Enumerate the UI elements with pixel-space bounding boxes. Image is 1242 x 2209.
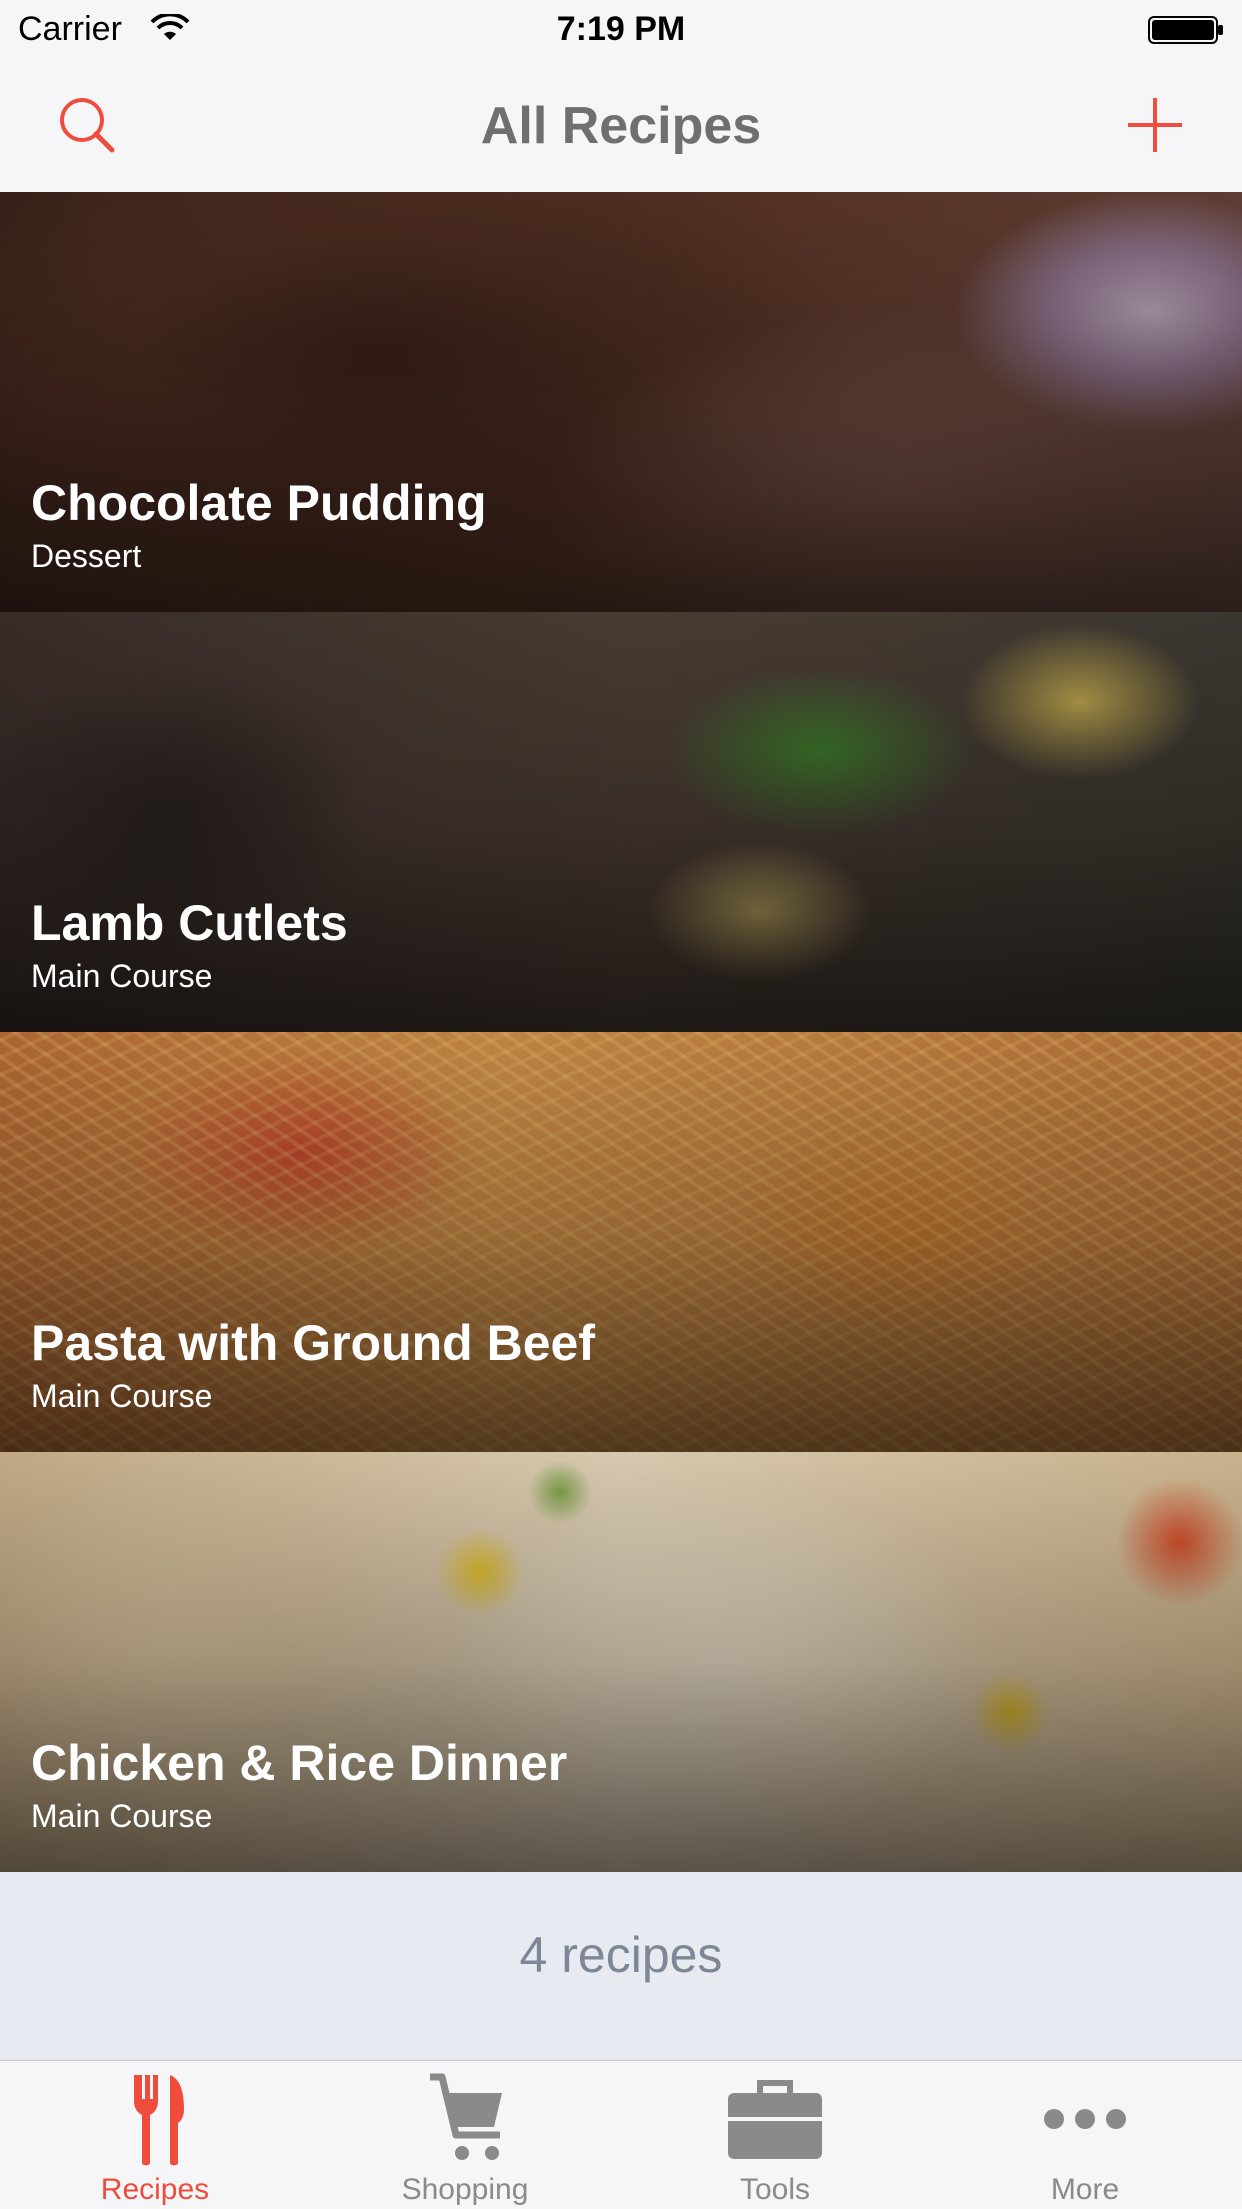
tab-shopping[interactable]: Shopping: [310, 2061, 620, 2209]
tab-bar: Recipes Shopping Tools More: [0, 2060, 1242, 2209]
tab-tools[interactable]: Tools: [620, 2061, 930, 2209]
cart-icon: [430, 2073, 502, 2160]
recipe-row[interactable]: Lamb Cutlets Main Course: [0, 612, 1242, 1032]
more-dots-icon: [1044, 2109, 1126, 2129]
tab-label: Tools: [739, 2173, 811, 2206]
clock: 7:19 PM: [556, 10, 686, 48]
recipe-name: Pasta with Ground Beef: [31, 1315, 595, 1371]
tab-label: Recipes: [100, 2173, 210, 2206]
add-recipe-button[interactable]: [1120, 90, 1190, 160]
battery-icon: [1148, 16, 1223, 44]
plus-icon: [1128, 98, 1182, 152]
fork-knife-icon: [134, 2075, 184, 2166]
tab-label: More: [1050, 2173, 1120, 2206]
list-footer: 4 recipes: [0, 1872, 1242, 2060]
recipe-category: Main Course: [31, 1798, 213, 1834]
recipe-row[interactable]: Chocolate Pudding Dessert: [0, 192, 1242, 612]
page-title: All Recipes: [480, 97, 762, 155]
recipe-name: Lamb Cutlets: [31, 895, 348, 951]
recipe-count: 4 recipes: [519, 1927, 723, 1983]
recipe-category: Main Course: [31, 1378, 213, 1414]
status-bar: Carrier 7:19 PM: [0, 0, 1242, 60]
tab-label: Shopping: [401, 2173, 529, 2206]
recipe-category: Dessert: [31, 538, 142, 574]
toolbox-icon: [728, 2080, 822, 2159]
recipe-name: Chicken & Rice Dinner: [31, 1735, 568, 1791]
recipe-list: Chocolate Pudding Dessert Lamb Cutlets M…: [0, 192, 1242, 1872]
recipe-category: Main Course: [31, 958, 213, 994]
tab-more[interactable]: More: [930, 2061, 1240, 2209]
recipe-row[interactable]: Chicken & Rice Dinner Main Course: [0, 1452, 1242, 1872]
recipe-name: Chocolate Pudding: [31, 475, 487, 531]
recipe-row[interactable]: Pasta with Ground Beef Main Course: [0, 1032, 1242, 1452]
tab-recipes[interactable]: Recipes: [0, 2061, 310, 2209]
navigation-bar: All Recipes: [0, 60, 1242, 193]
